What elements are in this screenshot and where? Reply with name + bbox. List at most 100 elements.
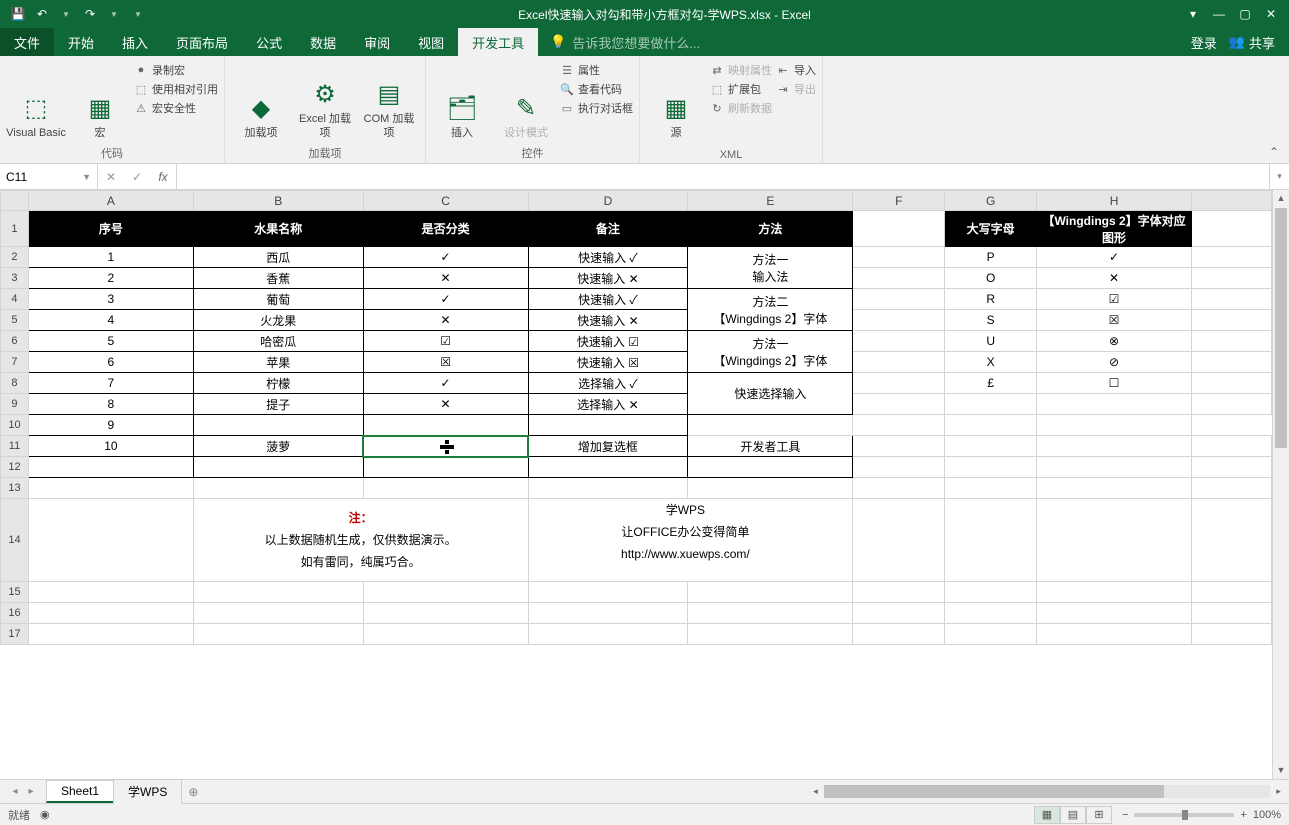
cell[interactable]: 1 (28, 247, 193, 268)
cell[interactable] (688, 415, 853, 436)
cell[interactable] (528, 415, 688, 436)
cell[interactable] (363, 436, 528, 457)
tab-nav-first-icon[interactable]: ◂ (8, 786, 22, 797)
cell[interactable] (193, 582, 363, 603)
cell[interactable]: 水果名称 (193, 211, 363, 247)
cell[interactable] (1192, 268, 1272, 289)
column-header[interactable]: F (853, 191, 945, 211)
cell[interactable]: 方法 (688, 211, 853, 247)
cell[interactable] (853, 415, 945, 436)
row-header[interactable]: 5 (1, 310, 29, 331)
cell[interactable] (688, 603, 853, 624)
scroll-thumb[interactable] (1275, 208, 1287, 448)
row-header[interactable]: 16 (1, 603, 29, 624)
cell[interactable] (1192, 289, 1272, 310)
cell[interactable]: 快速输入 ☑ (528, 331, 688, 352)
ribbon-small-button[interactable]: 🔍查看代码 (560, 81, 633, 97)
ribbon-button[interactable]: ⬚Visual Basic (6, 60, 66, 140)
cell[interactable] (193, 415, 363, 436)
cell[interactable]: ✕ (363, 268, 528, 289)
row-header[interactable]: 14 (1, 499, 29, 582)
cell[interactable] (945, 436, 1037, 457)
zoom-out-icon[interactable]: − (1122, 809, 1128, 821)
cell[interactable]: 火龙果 (193, 310, 363, 331)
ribbon-small-button[interactable]: ⇄映射属性 (710, 62, 772, 78)
cell[interactable] (28, 603, 193, 624)
cell[interactable]: O (945, 268, 1037, 289)
cell[interactable]: 提子 (193, 394, 363, 415)
redo-dropdown-icon[interactable]: ▼ (104, 10, 124, 19)
cell[interactable] (945, 415, 1037, 436)
redo-icon[interactable]: ↷ (80, 7, 100, 21)
maximize-icon[interactable]: ▢ (1233, 7, 1257, 21)
cell[interactable] (945, 582, 1037, 603)
cell[interactable]: ☑ (1037, 289, 1192, 310)
row-header[interactable]: 8 (1, 373, 29, 394)
cell[interactable]: S (945, 310, 1037, 331)
vertical-scrollbar[interactable]: ▲ ▼ (1272, 190, 1289, 779)
row-header[interactable]: 11 (1, 436, 29, 457)
cell[interactable]: U (945, 331, 1037, 352)
cell[interactable] (363, 624, 528, 645)
cell[interactable] (363, 582, 528, 603)
save-icon[interactable]: 💾 (8, 7, 28, 21)
cell[interactable]: 葡萄 (193, 289, 363, 310)
cell[interactable]: 大写字母 (945, 211, 1037, 247)
cell[interactable] (1037, 415, 1192, 436)
cell[interactable]: 快速选择输入 (688, 373, 853, 415)
cell[interactable] (1192, 499, 1272, 582)
zoom-in-icon[interactable]: + (1240, 809, 1246, 821)
cell[interactable] (363, 603, 528, 624)
cell[interactable]: 5 (28, 331, 193, 352)
ribbon-button[interactable]: ✎设计模式 (496, 60, 556, 140)
cell[interactable] (853, 373, 945, 394)
cell[interactable]: 快速输入 ✓ (528, 247, 688, 268)
row-header[interactable]: 17 (1, 624, 29, 645)
qat-customize-icon[interactable]: ▼ (128, 10, 148, 19)
tab-formulas[interactable]: 公式 (242, 28, 296, 56)
cell[interactable]: ✓ (1037, 247, 1192, 268)
undo-icon[interactable]: ↶ (32, 7, 52, 21)
cell[interactable] (1192, 310, 1272, 331)
ribbon-small-button[interactable]: ⇥导出 (776, 81, 816, 97)
zoom-slider[interactable] (1134, 813, 1234, 817)
tellme-search[interactable]: 💡 告诉我您想要做什么... (538, 28, 712, 56)
cell[interactable] (853, 310, 945, 331)
ribbon-small-button[interactable]: ↻刷新数据 (710, 100, 772, 116)
cell[interactable]: ☑ (363, 331, 528, 352)
cell[interactable]: 8 (28, 394, 193, 415)
row-header[interactable]: 2 (1, 247, 29, 268)
cell[interactable] (853, 582, 945, 603)
cell[interactable] (1037, 436, 1192, 457)
cell[interactable] (28, 624, 193, 645)
cell[interactable]: 哈密瓜 (193, 331, 363, 352)
cell[interactable]: 6 (28, 352, 193, 373)
hscroll-left-icon[interactable]: ◂ (807, 786, 824, 797)
cell[interactable] (853, 457, 945, 478)
cell[interactable] (1037, 394, 1192, 415)
cell[interactable]: 注：以上数据随机生成，仅供数据演示。如有雷同，纯属巧合。 (193, 499, 528, 582)
ribbon-small-button[interactable]: ⬚扩展包 (710, 81, 772, 97)
tab-insert[interactable]: 插入 (108, 28, 162, 56)
cell[interactable] (1192, 331, 1272, 352)
cell[interactable]: 开发者工具 (688, 436, 853, 457)
macro-record-icon[interactable]: ◉ (40, 808, 50, 821)
cell[interactable] (945, 499, 1037, 582)
cell[interactable] (528, 582, 688, 603)
cell[interactable]: 序号 (28, 211, 193, 247)
cell[interactable]: P (945, 247, 1037, 268)
cell[interactable] (363, 478, 528, 499)
hscroll-right-icon[interactable]: ▸ (1270, 786, 1287, 797)
collapse-ribbon-icon[interactable]: ⌃ (1259, 56, 1289, 163)
ribbon-options-icon[interactable]: ▾ (1181, 7, 1205, 21)
row-header[interactable]: 4 (1, 289, 29, 310)
cell[interactable] (853, 352, 945, 373)
cell[interactable] (853, 289, 945, 310)
ribbon-small-button[interactable]: ▭执行对话框 (560, 100, 633, 116)
cell[interactable]: 选择输入 ✕ (528, 394, 688, 415)
cell[interactable]: ⊘ (1037, 352, 1192, 373)
column-header[interactable]: D (528, 191, 688, 211)
close-icon[interactable]: ✕ (1259, 7, 1283, 21)
cell[interactable]: ☐ (1037, 373, 1192, 394)
cell[interactable] (853, 268, 945, 289)
